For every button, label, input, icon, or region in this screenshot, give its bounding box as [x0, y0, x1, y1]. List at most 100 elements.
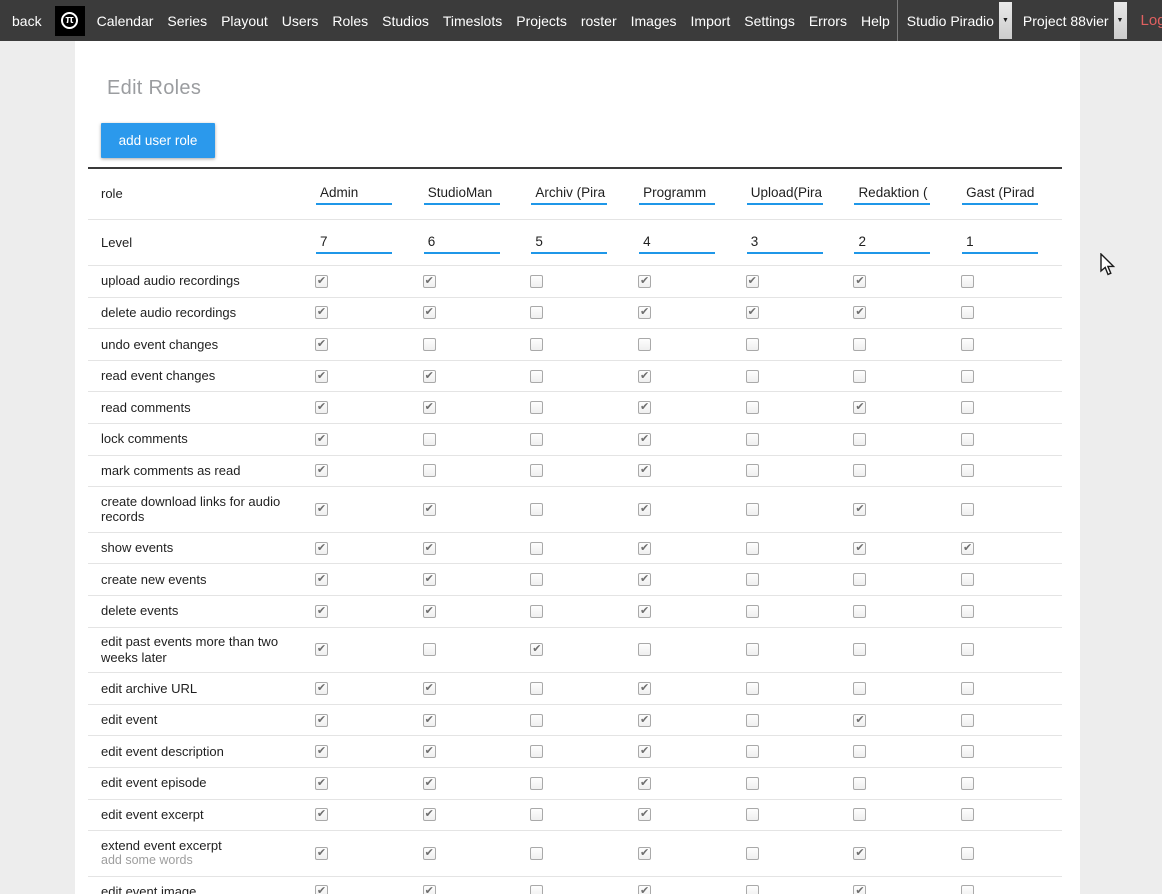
permission-checkbox[interactable]: ✔	[638, 464, 651, 477]
permission-checkbox[interactable]	[638, 643, 651, 656]
permission-checkbox[interactable]	[530, 808, 543, 821]
permission-checkbox[interactable]: ✔	[315, 503, 328, 516]
permission-checkbox[interactable]	[423, 464, 436, 477]
nav-item-images[interactable]: Images	[624, 13, 684, 29]
permission-checkbox[interactable]: ✔	[315, 643, 328, 656]
permission-checkbox[interactable]	[530, 433, 543, 446]
role-name-input-1[interactable]	[424, 183, 500, 205]
permission-checkbox[interactable]: ✔	[638, 275, 651, 288]
permission-checkbox[interactable]: ✔	[423, 370, 436, 383]
permission-checkbox[interactable]	[961, 714, 974, 727]
chevron-down-icon[interactable]: ▼	[999, 2, 1012, 39]
permission-checkbox[interactable]	[961, 847, 974, 860]
permission-checkbox[interactable]	[530, 847, 543, 860]
permission-checkbox[interactable]: ✔	[638, 605, 651, 618]
permission-checkbox[interactable]: ✔	[423, 714, 436, 727]
permission-checkbox[interactable]: ✔	[423, 503, 436, 516]
permission-checkbox[interactable]: ✔	[315, 464, 328, 477]
permission-checkbox[interactable]	[961, 885, 974, 894]
level-input-5[interactable]	[854, 232, 930, 254]
permission-checkbox[interactable]: ✔	[638, 401, 651, 414]
permission-checkbox[interactable]	[746, 745, 759, 758]
permission-checkbox[interactable]: ✔	[315, 682, 328, 695]
permission-checkbox[interactable]	[961, 401, 974, 414]
permission-checkbox[interactable]	[746, 808, 759, 821]
permission-checkbox[interactable]: ✔	[423, 542, 436, 555]
permission-checkbox[interactable]	[961, 503, 974, 516]
permission-checkbox[interactable]: ✔	[853, 542, 866, 555]
nav-item-timeslots[interactable]: Timeslots	[436, 13, 509, 29]
nav-item-roles[interactable]: Roles	[325, 13, 375, 29]
level-input-1[interactable]	[424, 232, 500, 254]
permission-checkbox[interactable]	[530, 306, 543, 319]
permission-checkbox[interactable]: ✔	[315, 605, 328, 618]
permission-checkbox[interactable]	[853, 370, 866, 383]
permission-checkbox[interactable]	[961, 573, 974, 586]
permission-checkbox[interactable]	[853, 605, 866, 618]
nav-item-users[interactable]: Users	[275, 13, 326, 29]
permission-checkbox[interactable]: ✔	[423, 605, 436, 618]
permission-checkbox[interactable]	[746, 777, 759, 790]
permission-checkbox[interactable]: ✔	[638, 370, 651, 383]
permission-checkbox[interactable]	[853, 777, 866, 790]
permission-checkbox[interactable]: ✔	[638, 885, 651, 894]
permission-checkbox[interactable]: ✔	[853, 847, 866, 860]
nav-item-errors[interactable]: Errors	[802, 13, 854, 29]
permission-checkbox[interactable]	[746, 433, 759, 446]
permission-checkbox[interactable]: ✔	[638, 306, 651, 319]
permission-checkbox[interactable]	[853, 338, 866, 351]
permission-checkbox[interactable]	[423, 643, 436, 656]
permission-checkbox[interactable]: ✔	[315, 714, 328, 727]
permission-checkbox[interactable]	[746, 338, 759, 351]
permission-checkbox[interactable]	[961, 745, 974, 758]
permission-checkbox[interactable]: ✔	[853, 885, 866, 894]
permission-checkbox[interactable]: ✔	[315, 745, 328, 758]
permission-checkbox[interactable]	[746, 682, 759, 695]
permission-checkbox[interactable]	[853, 808, 866, 821]
project-select[interactable]: Project 88vier ▼	[1014, 0, 1129, 41]
permission-checkbox[interactable]: ✔	[638, 503, 651, 516]
permission-checkbox[interactable]	[530, 682, 543, 695]
studio-select[interactable]: Studio Piradio ▼	[898, 0, 1014, 41]
permission-checkbox[interactable]: ✔	[638, 808, 651, 821]
permission-checkbox[interactable]: ✔	[315, 338, 328, 351]
permission-checkbox[interactable]	[961, 643, 974, 656]
permission-checkbox[interactable]	[530, 275, 543, 288]
permission-checkbox[interactable]	[530, 464, 543, 477]
permission-checkbox[interactable]	[961, 370, 974, 383]
permission-checkbox[interactable]	[530, 777, 543, 790]
role-name-input-4[interactable]	[747, 183, 823, 205]
permission-checkbox[interactable]	[853, 745, 866, 758]
permission-checkbox[interactable]: ✔	[638, 777, 651, 790]
permission-checkbox[interactable]: ✔	[853, 714, 866, 727]
nav-back-link[interactable]: back	[10, 13, 50, 29]
permission-checkbox[interactable]: ✔	[423, 306, 436, 319]
permission-checkbox[interactable]	[746, 464, 759, 477]
permission-checkbox[interactable]: ✔	[423, 275, 436, 288]
permission-checkbox[interactable]: ✔	[315, 885, 328, 894]
permission-checkbox[interactable]	[746, 885, 759, 894]
permission-checkbox[interactable]: ✔	[961, 542, 974, 555]
permission-checkbox[interactable]: ✔	[530, 643, 543, 656]
permission-checkbox[interactable]	[961, 777, 974, 790]
permission-checkbox[interactable]	[530, 370, 543, 383]
permission-checkbox[interactable]: ✔	[423, 745, 436, 758]
permission-checkbox[interactable]	[530, 885, 543, 894]
nav-item-calendar[interactable]: Calendar	[90, 13, 161, 29]
role-name-input-5[interactable]	[854, 183, 930, 205]
permission-checkbox[interactable]	[530, 745, 543, 758]
permission-checkbox[interactable]	[961, 338, 974, 351]
permission-checkbox[interactable]	[746, 605, 759, 618]
permission-checkbox[interactable]	[961, 275, 974, 288]
permission-checkbox[interactable]	[746, 714, 759, 727]
permission-checkbox[interactable]	[638, 338, 651, 351]
permission-checkbox[interactable]: ✔	[423, 573, 436, 586]
permission-checkbox[interactable]: ✔	[638, 542, 651, 555]
permission-checkbox[interactable]	[961, 682, 974, 695]
piradio-logo-icon[interactable]: π	[55, 6, 85, 36]
permission-checkbox[interactable]	[530, 573, 543, 586]
permission-checkbox[interactable]	[961, 433, 974, 446]
permission-checkbox[interactable]	[853, 643, 866, 656]
permission-checkbox[interactable]	[530, 542, 543, 555]
permission-checkbox[interactable]: ✔	[638, 714, 651, 727]
